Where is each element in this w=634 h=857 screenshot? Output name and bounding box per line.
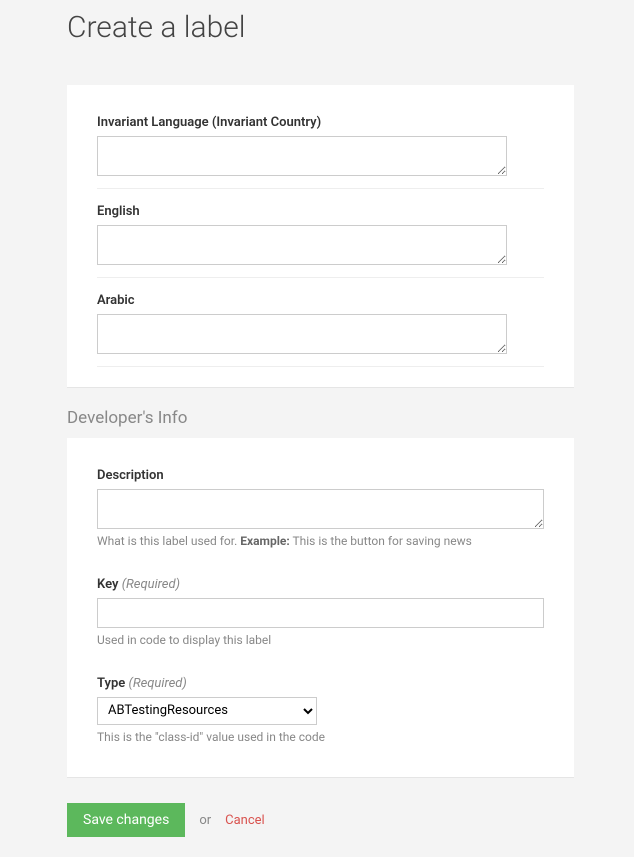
key-help: Used in code to display this label [97,632,544,649]
description-label: Description [97,468,544,483]
actions-bar: Save changes or Cancel [0,798,634,837]
type-label: Type (Required) [97,676,544,691]
invariant-label: Invariant Language (Invariant Country) [97,115,544,130]
developer-section-title: Developer's Info [0,408,634,438]
type-select[interactable]: ABTestingResources [97,697,317,725]
arabic-input[interactable] [97,314,507,354]
type-help: This is the "class-id" value used in the… [97,729,544,746]
invariant-input[interactable] [97,136,507,176]
languages-panel: Invariant Language (Invariant Country) E… [67,85,574,388]
developer-panel: Description What is this label used for.… [67,438,574,778]
arabic-label: Arabic [97,293,544,308]
key-input[interactable] [97,598,544,628]
description-input[interactable] [97,489,544,529]
key-label: Key (Required) [97,577,544,592]
cancel-link[interactable]: Cancel [225,813,265,828]
save-button[interactable]: Save changes [67,803,185,837]
page-title: Create a label [0,0,634,55]
english-input[interactable] [97,225,507,265]
or-text: or [199,813,211,828]
english-label: English [97,204,544,219]
description-help: What is this label used for. Example: Th… [97,533,544,550]
